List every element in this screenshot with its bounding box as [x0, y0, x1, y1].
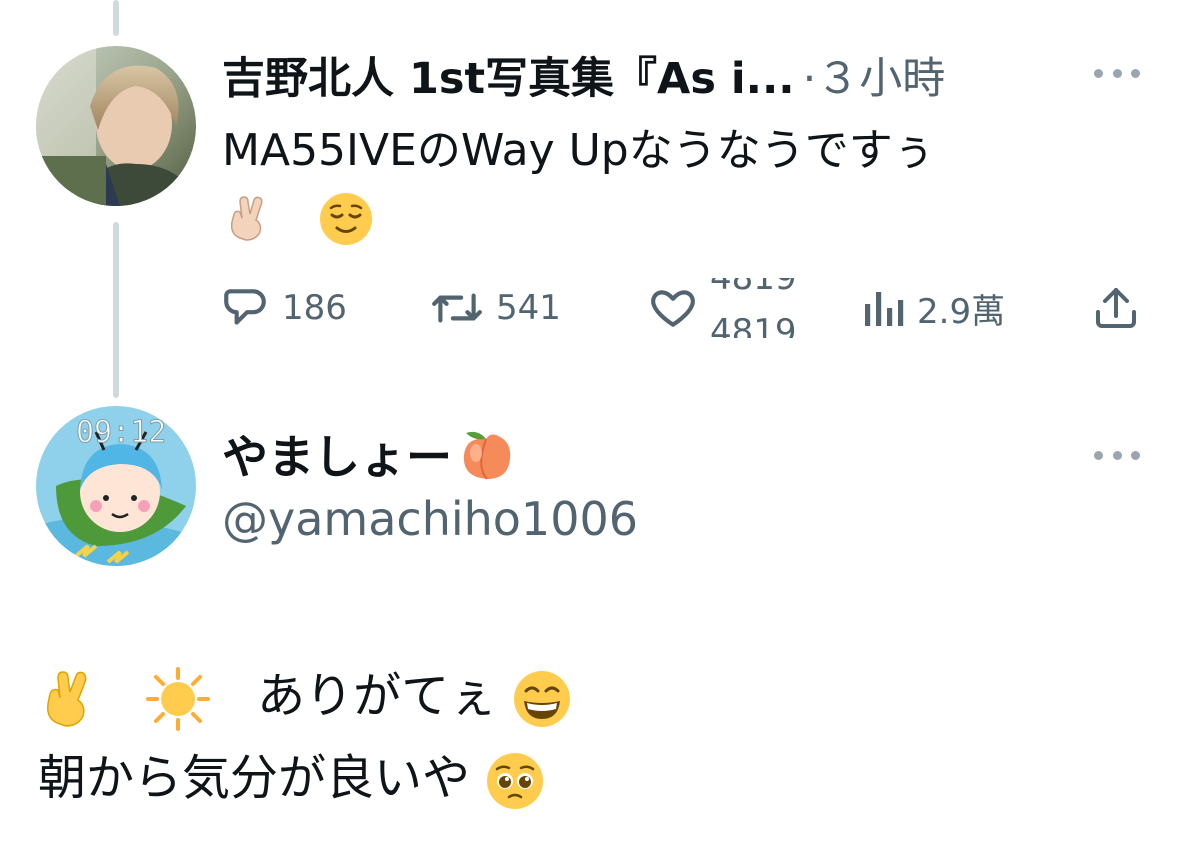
reply-text-line2: 朝から気分が良いや: [38, 750, 471, 806]
like-count: 4819: [710, 312, 797, 338]
tweet-text-content: MA55IVEのWay Upなうなうですぅ: [222, 125, 936, 176]
sun-icon: [145, 666, 211, 732]
share-button[interactable]: [1092, 278, 1140, 338]
thread-connector: [113, 222, 119, 398]
retweet-button[interactable]: 541: [430, 278, 561, 338]
retweet-arrows-icon: [432, 293, 482, 323]
reply-count: 186: [282, 288, 347, 328]
grinning-face-icon: [512, 669, 572, 729]
tweet-header: 吉野北人 1st写真集『As i... ·３小時: [222, 44, 1072, 106]
heart-icon: [651, 290, 695, 327]
crossed-fingers-icon: [38, 668, 98, 730]
views-button[interactable]: 2.9萬: [861, 278, 1005, 338]
tweet-action-bar: 186 541 4819 4819 2.9萬: [218, 278, 1158, 338]
reply-author-handle[interactable]: @yamachiho1006: [222, 492, 638, 546]
like-count-roller: 4819 4819: [710, 278, 800, 338]
reply-bubble-icon: [224, 289, 266, 325]
reply-text-line1: ありがてぇ: [257, 668, 498, 724]
view-count: 2.9萬: [917, 291, 1006, 332]
author-name[interactable]: 吉野北人 1st写真集『As i...: [222, 44, 795, 106]
tweet-text: MA55IVEのWay Upなうなうですぅ: [222, 118, 1122, 250]
reply-author-name[interactable]: やましょー: [222, 422, 518, 486]
like-button[interactable]: 4819 4819: [648, 278, 800, 338]
share-upload-icon: [1096, 288, 1136, 328]
thread-connector-top: [113, 0, 119, 36]
avatar-reply-author[interactable]: 09:12: [36, 406, 196, 566]
tweet-timestamp[interactable]: ·３小時: [803, 44, 946, 106]
like-count-previous: 4819: [710, 278, 797, 298]
bar-chart-icon: [865, 292, 904, 326]
crossed-fingers-icon: [222, 194, 272, 244]
reply-author-name-text: やましょー: [222, 430, 452, 484]
relieved-face-icon: [318, 191, 374, 247]
more-dots-icon: [1094, 68, 1103, 78]
pleading-face-icon: [485, 751, 545, 811]
more-options-button[interactable]: [1090, 58, 1144, 88]
peach-icon: [456, 423, 518, 485]
more-options-button-reply[interactable]: [1090, 440, 1144, 470]
reply-text: ありがてぇ 朝から気分が良いや: [38, 655, 1138, 819]
reply-button[interactable]: 186: [220, 278, 347, 338]
avatar-clock-text: 09:12: [76, 415, 166, 450]
more-dots-icon: [1094, 450, 1103, 460]
avatar-tweet-author[interactable]: [36, 46, 196, 206]
retweet-count: 541: [496, 288, 561, 328]
